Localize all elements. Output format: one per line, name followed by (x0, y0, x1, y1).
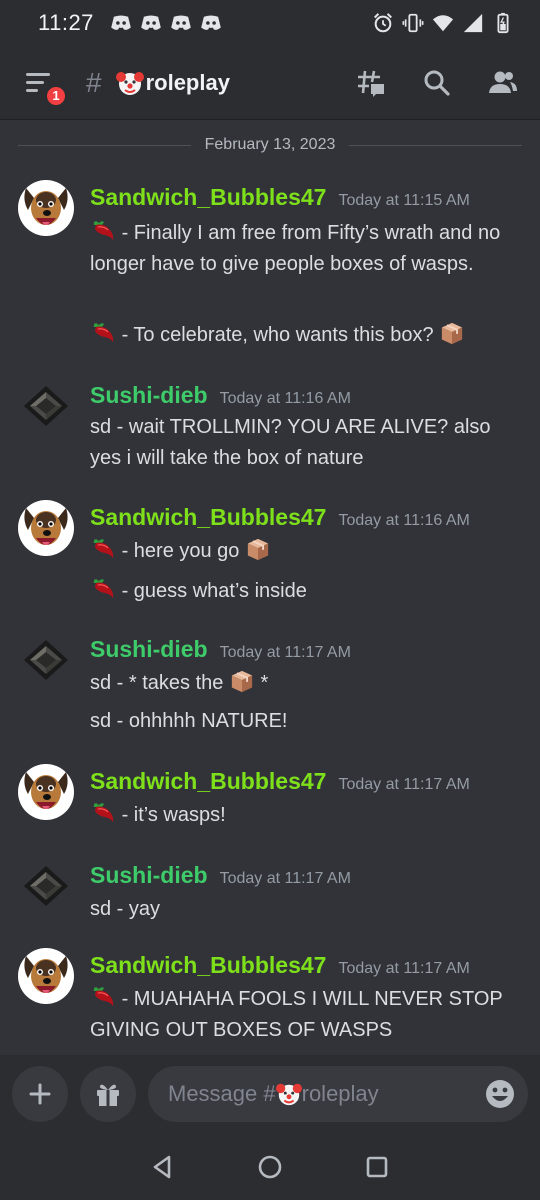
message-text: sd - ohhhhh NATURE! (90, 710, 288, 732)
chili-pepper-icon (90, 985, 116, 1009)
chili-pepper-icon (90, 321, 116, 345)
signal-icon (463, 13, 483, 33)
message-text: - MUAHAHA FOOLS I WILL NEVER STOP GIVING… (90, 984, 520, 1046)
avatar[interactable] (18, 378, 74, 434)
avatar[interactable] (18, 500, 74, 556)
vibrate-icon (402, 13, 424, 33)
plus-icon (29, 1083, 51, 1105)
timestamp: Today at 11:17 AM (338, 776, 470, 793)
message-text: - guess what’s inside (90, 576, 520, 607)
menu-button[interactable]: 1 (22, 66, 68, 108)
channel-hash-icon: # (86, 66, 102, 98)
date-label: February 13, 2023 (204, 136, 336, 153)
search-icon[interactable] (422, 68, 452, 98)
package-icon (439, 321, 465, 345)
add-attachment-button[interactable] (12, 1066, 68, 1122)
username[interactable]: Sushi-dieb (90, 636, 208, 663)
avatar[interactable] (18, 764, 74, 820)
chili-pepper-icon (90, 577, 116, 601)
channel-name: roleplay (145, 69, 230, 95)
message-text: - here you go (90, 536, 520, 567)
message-text: sd - wait TROLLMIN? YOU ARE ALIVE? also … (90, 416, 491, 469)
message-header: Sandwich_Bubbles47 Today at 11:15 AM (90, 184, 470, 211)
chili-pepper-icon (90, 801, 116, 825)
members-icon[interactable] (488, 68, 518, 98)
message-composer: Message # roleplay (0, 1055, 540, 1133)
android-navigation-bar (0, 1133, 540, 1200)
battery-icon (497, 12, 509, 34)
username[interactable]: Sandwich_Bubbles47 (90, 952, 326, 979)
avatar[interactable] (18, 948, 74, 1004)
message-header: Sushi-dieb Today at 11:17 AM (90, 862, 351, 889)
package-icon (229, 669, 255, 693)
cube-avatar-icon (18, 858, 74, 914)
avatar[interactable] (18, 180, 74, 236)
discord-notification-icon (171, 15, 191, 30)
mention-badge: 1 (44, 83, 68, 108)
wifi-icon (432, 15, 454, 32)
username[interactable]: Sushi-dieb (90, 382, 208, 409)
message-input[interactable]: Message # roleplay (148, 1066, 528, 1122)
timestamp: Today at 11:16 AM (219, 390, 351, 407)
username[interactable]: Sushi-dieb (90, 862, 208, 889)
timestamp: Today at 11:15 AM (338, 192, 470, 209)
channel-title[interactable]: roleplay (115, 69, 230, 97)
back-icon[interactable] (149, 1153, 177, 1181)
discord-notification-icon (201, 15, 221, 30)
message-text: - it’s wasps! (90, 800, 520, 831)
chili-pepper-icon (90, 537, 116, 561)
message-text: sd - * takes the * (90, 668, 520, 699)
dog-avatar-icon (18, 764, 74, 820)
message-header: Sandwich_Bubbles47 Today at 11:17 AM (90, 952, 470, 979)
message-text: - To celebrate, who wants this box? (90, 320, 520, 351)
system-status-icons (372, 12, 514, 34)
message-header: Sushi-dieb Today at 11:16 AM (90, 382, 351, 409)
dog-avatar-icon (18, 180, 74, 236)
alarm-icon (374, 13, 392, 33)
threads-icon[interactable] (356, 68, 386, 98)
timestamp: Today at 11:16 AM (338, 512, 470, 529)
chili-pepper-icon (90, 219, 116, 243)
timestamp: Today at 11:17 AM (219, 644, 351, 661)
cube-avatar-icon (18, 378, 74, 434)
home-icon[interactable] (256, 1153, 284, 1181)
recents-icon[interactable] (363, 1153, 391, 1181)
notification-icons (110, 15, 222, 31)
gift-button[interactable] (80, 1066, 136, 1122)
discord-notification-icon (111, 15, 131, 30)
dog-avatar-icon (18, 948, 74, 1004)
username[interactable]: Sandwich_Bubbles47 (90, 504, 326, 531)
avatar[interactable] (18, 858, 74, 914)
gift-icon (97, 1084, 119, 1106)
status-bar: 11:27 (0, 0, 540, 46)
package-icon (245, 537, 271, 561)
discord-notification-icon (141, 15, 161, 30)
clown-face-icon (275, 1083, 302, 1106)
message-text: - Finally I am free from Fifty’s wrath a… (90, 218, 520, 280)
timestamp: Today at 11:17 AM (219, 870, 351, 887)
emoji-picker-icon[interactable] (484, 1078, 516, 1110)
timestamp: Today at 11:17 AM (338, 960, 470, 977)
username[interactable]: Sandwich_Bubbles47 (90, 184, 326, 211)
message-placeholder: Message # roleplay (168, 1081, 379, 1106)
dog-avatar-icon (18, 500, 74, 556)
avatar[interactable] (18, 632, 74, 688)
username[interactable]: Sandwich_Bubbles47 (90, 768, 326, 795)
cube-avatar-icon (18, 632, 74, 688)
status-time: 11:27 (38, 10, 94, 35)
message-header: Sandwich_Bubbles47 Today at 11:17 AM (90, 768, 470, 795)
date-divider: February 13, 2023 (18, 130, 522, 160)
clown-face-icon (115, 71, 144, 95)
message-text: sd - yay (90, 898, 161, 920)
message-header: Sandwich_Bubbles47 Today at 11:16 AM (90, 504, 470, 531)
channel-header: 1 # roleplay (0, 46, 540, 120)
message-header: Sushi-dieb Today at 11:17 AM (90, 636, 351, 663)
